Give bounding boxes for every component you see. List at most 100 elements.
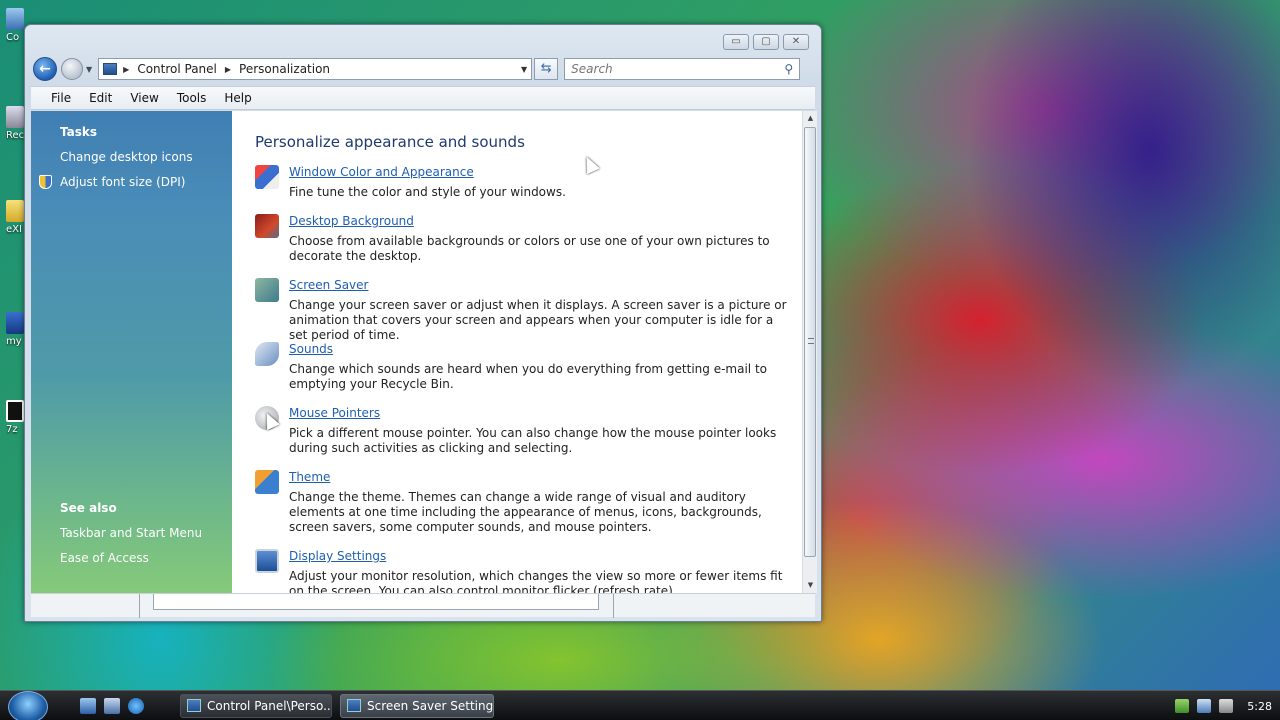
see-also-ease-of-access[interactable]: Ease of Access — [31, 551, 232, 565]
list-item: Mouse Pointers Pick a different mouse po… — [255, 406, 795, 456]
switch-windows-icon[interactable] — [104, 698, 120, 714]
see-also-taskbar-start-menu[interactable]: Taskbar and Start Menu — [31, 526, 232, 540]
close-button[interactable]: ✕ — [783, 34, 809, 50]
breadcrumb-separator-icon[interactable]: ▶ — [225, 65, 231, 74]
task-adjust-font-size-label: Adjust font size (DPI) — [60, 175, 186, 189]
recent-pages-dropdown-icon[interactable]: ▼ — [86, 65, 92, 74]
taskbar-button-control-panel[interactable]: Control Panel\Perso... — [180, 694, 332, 718]
desktop-icon-label: Rec — [6, 130, 25, 141]
maximize-button[interactable]: ▢ — [753, 34, 779, 50]
security-tray-icon[interactable] — [1175, 699, 1190, 713]
status-divider — [139, 594, 140, 618]
item-description: Change your screen saver or adjust when … — [289, 298, 787, 342]
desktop-icon-computer[interactable]: Co — [6, 8, 26, 43]
window-color-appearance-link[interactable]: Window Color and Appearance — [289, 165, 795, 180]
window-color-icon — [255, 165, 279, 189]
scrollbar-thumb[interactable] — [804, 127, 816, 557]
recycle-bin-icon — [6, 106, 24, 128]
breadcrumb-control-panel[interactable]: Control Panel — [137, 62, 217, 76]
status-bar — [31, 593, 815, 618]
sounds-link[interactable]: Sounds — [289, 342, 795, 357]
status-divider — [613, 594, 614, 618]
scroll-down-icon[interactable]: ▼ — [803, 578, 818, 593]
menu-edit[interactable]: Edit — [89, 91, 112, 105]
list-item: Screen Saver Change your screen saver or… — [255, 278, 795, 343]
theme-link[interactable]: Theme — [289, 470, 795, 485]
mouse-pointers-link[interactable]: Mouse Pointers — [289, 406, 795, 421]
taskbar: Control Panel\Perso... Screen Saver Sett… — [0, 690, 1280, 720]
forward-button[interactable] — [61, 58, 83, 80]
desktop-icon-label: 7z — [6, 424, 18, 435]
breadcrumb-personalization[interactable]: Personalization — [239, 62, 330, 76]
task-pane: Tasks Change desktop icons Adjust font s… — [31, 111, 232, 593]
address-dropdown-icon[interactable]: ▼ — [521, 65, 527, 74]
shortcut-icon — [6, 312, 24, 334]
menu-help[interactable]: Help — [224, 91, 251, 105]
desktop-icon-7zip[interactable]: 7z — [6, 400, 26, 435]
display-icon — [347, 699, 361, 712]
desktop-background-link[interactable]: Desktop Background — [289, 214, 795, 229]
network-tray-icon[interactable] — [1197, 699, 1212, 713]
title-buttons: ▭ ▢ ✕ — [723, 34, 809, 50]
control-panel-window: ▭ ▢ ✕ ← ▼ ▶ Control Panel ▶ Personalizat… — [24, 24, 822, 622]
list-item: Sounds Change which sounds are heard whe… — [255, 342, 795, 392]
uac-shield-icon — [39, 175, 52, 189]
taskbar-button-label: Control Panel\Perso... — [207, 699, 332, 713]
list-item: Window Color and Appearance Fine tune th… — [255, 165, 795, 200]
content-pane: Personalize appearance and sounds Window… — [232, 111, 802, 593]
status-pane — [153, 594, 599, 610]
item-description: Change which sounds are heard when you d… — [289, 362, 767, 391]
item-description: Choose from available backgrounds or col… — [289, 234, 770, 263]
search-box[interactable]: ⚲ — [564, 58, 801, 80]
screen-saver-icon — [255, 278, 279, 302]
show-desktop-icon[interactable] — [80, 698, 96, 714]
control-panel-icon — [103, 63, 118, 75]
computer-icon — [6, 8, 24, 30]
scroll-up-icon[interactable]: ▲ — [803, 111, 818, 126]
search-icon[interactable]: ⚲ — [784, 62, 793, 76]
back-arrow-icon: ← — [39, 61, 51, 77]
list-item: Theme Change the theme. Themes can chang… — [255, 470, 795, 535]
internet-explorer-icon[interactable] — [128, 698, 144, 714]
see-also-heading: See also — [60, 501, 117, 515]
control-panel-icon — [187, 699, 201, 712]
menu-view[interactable]: View — [130, 91, 158, 105]
display-settings-link[interactable]: Display Settings — [289, 549, 795, 564]
taskbar-button-label: Screen Saver Settings — [367, 699, 494, 713]
clock[interactable]: 5:28 — [1247, 700, 1272, 713]
grip-icon — [808, 338, 814, 344]
archive-icon — [6, 400, 24, 422]
list-item: Display Settings Adjust your monitor res… — [255, 549, 795, 593]
address-bar[interactable]: ▶ Control Panel ▶ Personalization ▼ — [98, 58, 533, 80]
display-settings-icon — [255, 549, 279, 573]
task-change-desktop-icons[interactable]: Change desktop icons — [31, 150, 232, 164]
see-also-section: See also Taskbar and Start Menu Ease of … — [31, 501, 232, 576]
menu-tools[interactable]: Tools — [177, 91, 207, 105]
desktop-icon-recycle-bin[interactable]: Rec — [6, 106, 26, 141]
back-button[interactable]: ← — [33, 57, 57, 81]
minimize-button[interactable]: ▭ — [723, 34, 749, 50]
sounds-icon — [255, 342, 279, 366]
taskbar-button-screen-saver-settings[interactable]: Screen Saver Settings — [340, 694, 494, 718]
item-description: Pick a different mouse pointer. You can … — [289, 426, 777, 455]
tasks-heading: Tasks — [60, 125, 98, 139]
start-button[interactable] — [8, 691, 48, 720]
navigation-bar: ← ▼ ▶ Control Panel ▶ Personalization ▼ … — [33, 55, 813, 83]
desktop-icon-exl[interactable]: eXI — [6, 200, 26, 235]
refresh-button[interactable]: ⇆ — [534, 58, 559, 80]
item-description: Adjust your monitor resolution, which ch… — [289, 569, 783, 593]
desktop-icon-label: my — [6, 336, 22, 347]
breadcrumb-separator-icon[interactable]: ▶ — [123, 65, 129, 74]
search-input[interactable] — [571, 62, 785, 76]
page-title: Personalize appearance and sounds — [255, 133, 525, 151]
refresh-icon: ⇆ — [540, 61, 552, 76]
menu-file[interactable]: File — [51, 91, 71, 105]
vertical-scrollbar[interactable]: ▲ ▼ — [802, 111, 817, 593]
system-tray: 5:28 — [1175, 691, 1272, 720]
task-adjust-font-size[interactable]: Adjust font size (DPI) — [31, 175, 232, 189]
desktop-icon-label: eXI — [6, 224, 22, 235]
folder-icon — [6, 200, 24, 222]
volume-muted-icon[interactable] — [1219, 699, 1234, 713]
screen-saver-link[interactable]: Screen Saver — [289, 278, 795, 293]
desktop-icon-my[interactable]: my — [6, 312, 26, 347]
